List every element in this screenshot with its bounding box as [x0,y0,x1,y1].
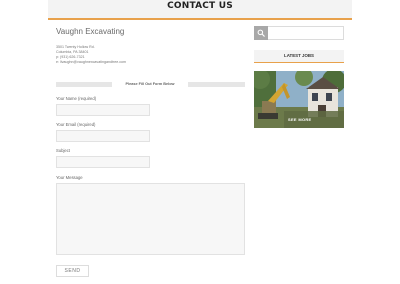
email-label: Your Email (required) [56,122,96,127]
page-title: CONTACT US [167,1,233,11]
message-field[interactable] [56,183,245,255]
address-line-1: 3501 Twenty Hollow Rd. [56,45,95,49]
message-label: Your Message [56,175,83,180]
name-label: Your Name (required) [56,96,97,101]
search-button[interactable] [254,26,268,40]
page-header: CONTACT US [48,0,352,20]
phone-number: p: (931) 626-7321 [56,55,85,59]
email-field[interactable] [56,130,150,142]
subject-field[interactable] [56,156,150,168]
email-address[interactable]: e: llvaughn@vaughnexcavatingandtree.com [56,60,126,64]
subject-label: Subject [56,148,70,153]
search-input[interactable] [268,26,344,40]
latest-jobs-heading: LATEST JOBS [254,50,344,63]
search-icon [257,29,265,37]
see-more-link[interactable]: SEE MORE [288,117,312,122]
name-field[interactable] [56,104,150,116]
address-line-2: Columbia, PA 38401 [56,50,89,54]
send-button[interactable]: SEND [56,265,89,277]
form-separator-right [188,82,245,87]
form-separator-left [56,82,112,87]
company-name: Vaughn Excavating [56,27,125,36]
form-instruction: Please Fill Out Form Below [125,82,175,86]
search-box [254,26,344,40]
